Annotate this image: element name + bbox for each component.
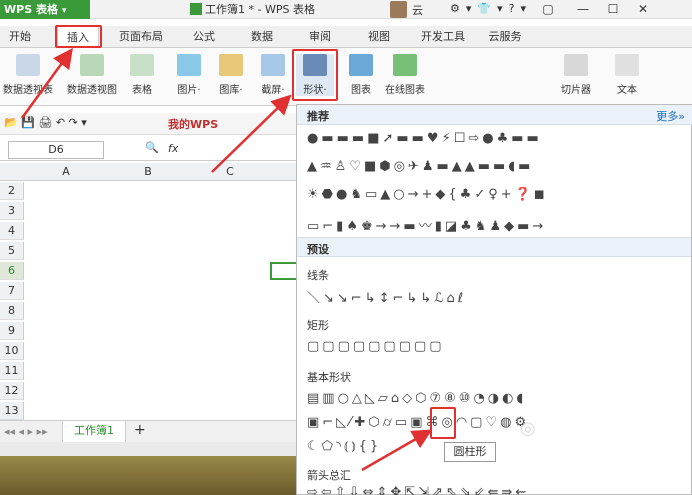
arrow-to-shapes bbox=[211, 94, 292, 173]
arrow-to-cylinder bbox=[361, 429, 433, 472]
annotation-arrows bbox=[20, 47, 433, 472]
app-window: WPS 表格 ▾ 工作簿1 * - WPS 表格 云 ⚙▾👕▾?▾ ▢ — ☐ ✕… bbox=[0, 0, 692, 495]
arrow-to-insert bbox=[20, 47, 73, 119]
